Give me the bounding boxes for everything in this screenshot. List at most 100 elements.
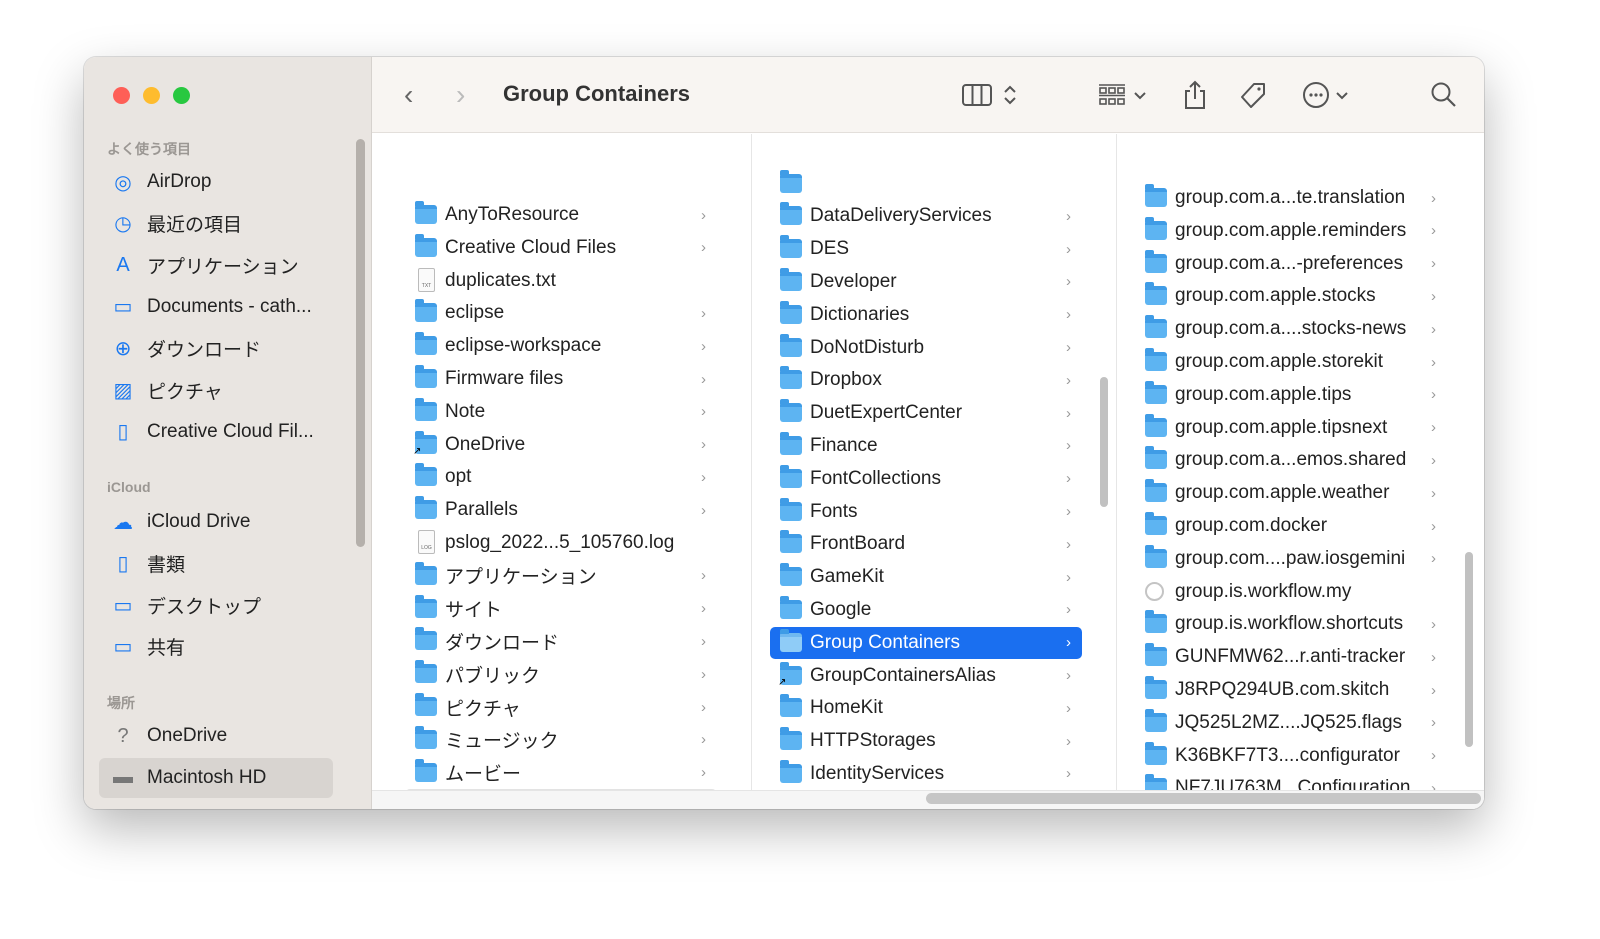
chevron-right-icon: ›: [1066, 339, 1071, 356]
back-button[interactable]: ‹: [404, 79, 413, 111]
sidebar: よく使う項目 ◎ AirDrop ◷ 最近の項目 A アプリケーション ▭ Documents …: [84, 57, 372, 809]
file-row[interactable]: group.com.apple.reminders ›: [1135, 215, 1447, 247]
group-button[interactable]: [1098, 79, 1148, 111]
sidebar-item[interactable]: ▬ Macintosh HD: [99, 757, 333, 798]
file-row[interactable]: group.com.apple.weather ›: [1135, 477, 1447, 509]
file-row[interactable]: JQ525L2MZ....JQ525.flags ›: [1135, 707, 1447, 739]
file-row[interactable]: Group Containers ›: [770, 626, 1082, 659]
file-row[interactable]: ダウンロード ›: [405, 625, 717, 657]
file-row[interactable]: DES ›: [770, 233, 1082, 265]
tag-button[interactable]: [1238, 79, 1268, 111]
file-row[interactable]: パブリック ›: [405, 658, 717, 690]
file-row[interactable]: IdentityServices ›: [770, 758, 1082, 790]
file-row[interactable]: K36BKF7T3....configurator ›: [1135, 740, 1447, 772]
folder-icon: [1145, 184, 1167, 207]
file-row[interactable]: TXT duplicates.txt: [405, 265, 717, 297]
sidebar-scrollbar[interactable]: [356, 139, 365, 547]
file-row[interactable]: Dictionaries ›: [770, 299, 1082, 331]
file-name: DES: [810, 238, 850, 260]
file-row[interactable]: group.com.a....stocks-news ›: [1135, 313, 1447, 345]
column-scrollbar[interactable]: [1465, 552, 1473, 747]
share-button[interactable]: [1182, 79, 1208, 111]
file-row[interactable]: Developer ›: [770, 266, 1082, 298]
minimize-button[interactable]: [143, 87, 160, 104]
file-name: group.com.docker: [1175, 515, 1328, 536]
file-row[interactable]: Parallels ›: [405, 494, 717, 526]
more-actions-button[interactable]: [1302, 79, 1350, 111]
shared-folder-icon: ▭: [113, 636, 133, 659]
file-row[interactable]: opt ›: [405, 461, 717, 493]
file-row[interactable]: NF7JU763M...Configuration ›: [1135, 772, 1447, 790]
zoom-button[interactable]: [173, 87, 190, 104]
sidebar-item[interactable]: A アプリケーション: [99, 245, 333, 285]
file-row[interactable]: eclipse ›: [405, 297, 717, 329]
chevron-right-icon: ›: [1431, 484, 1436, 502]
file-row[interactable]: サイト ›: [405, 593, 717, 625]
file-row[interactable]: group.com.a...-preferences ›: [1135, 248, 1447, 280]
file-row[interactable]: Fonts ›: [770, 496, 1082, 528]
sidebar-item[interactable]: ▯ 書類: [99, 544, 333, 584]
file-row[interactable]: Finance ›: [770, 430, 1082, 462]
file-row[interactable]: eclipse-workspace ›: [405, 330, 717, 362]
file-row[interactable]: DuetExpertCenter ›: [770, 397, 1082, 429]
file-row[interactable]: DoNotDisturb ›: [770, 332, 1082, 364]
file-row[interactable]: DataDeliveryServices ›: [770, 200, 1082, 232]
file-row[interactable]: ↗ OneDrive ›: [405, 429, 717, 461]
file-name: FrontBoard: [810, 533, 906, 555]
file-row[interactable]: Creative Cloud Files ›: [405, 232, 717, 264]
horizontal-scrollbar[interactable]: [926, 793, 1481, 804]
file-name: group.com.apple.stocks: [1175, 285, 1376, 307]
file-name: duplicates.txt: [445, 269, 556, 291]
file-row[interactable]: GUNFMW62...r.anti-tracker ›: [1135, 641, 1447, 673]
file-row[interactable]: LOG pslog_2022...5_105760.log: [405, 527, 717, 559]
sidebar-item[interactable]: ◎ AirDrop: [99, 162, 333, 202]
file-row[interactable]: GameKit ›: [770, 561, 1082, 593]
file-row[interactable]: Firmware files ›: [405, 363, 717, 395]
file-row[interactable]: group.com....paw.iosgemini ›: [1135, 543, 1447, 575]
file-row[interactable]: group.is.workflow.shortcuts ›: [1135, 608, 1447, 640]
sidebar-item[interactable]: ? OneDrive: [99, 716, 333, 756]
file-row[interactable]: ↗ GroupContainersAlias ›: [770, 660, 1082, 692]
sidebar-item[interactable]: ⊕ ダウンロード: [99, 328, 333, 368]
view-mode-button[interactable]: [962, 79, 1020, 111]
chevron-updown-icon: [1004, 85, 1016, 105]
folder-icon: [780, 267, 802, 291]
file-row[interactable]: group.com.apple.storekit ›: [1135, 346, 1447, 378]
file-row[interactable]: Note ›: [405, 396, 717, 428]
sidebar-item[interactable]: ▭ Documents - cath...: [99, 287, 333, 327]
sidebar-item[interactable]: ▭ 共有: [99, 627, 333, 667]
chevron-right-icon: ›: [701, 567, 706, 585]
file-row[interactable]: ミュージック ›: [405, 724, 717, 756]
file-row[interactable]: group.com.docker ›: [1135, 510, 1447, 542]
file-row[interactable]: HomeKit ›: [770, 692, 1082, 724]
file-row[interactable]: アプリケーション ›: [405, 560, 717, 592]
chevron-right-icon: ›: [1431, 714, 1436, 732]
file-row[interactable]: J8RPQ294UB.com.skitch ›: [1135, 674, 1447, 706]
file-row[interactable]: FontCollections ›: [770, 463, 1082, 495]
sidebar-item[interactable]: ▭ デスクトップ: [99, 585, 333, 625]
file-row[interactable]: ピクチャ ›: [405, 691, 717, 723]
file-row[interactable]: group.com.apple.tipsnext ›: [1135, 412, 1447, 444]
file-row[interactable]: group.com.apple.tips ›: [1135, 379, 1447, 411]
file-row[interactable]: group.com.apple.stocks ›: [1135, 280, 1447, 312]
file-row[interactable]: group.is.workflow.my: [1135, 576, 1447, 608]
file-row[interactable]: FrontBoard ›: [770, 528, 1082, 560]
folder-icon: [1145, 741, 1167, 765]
sidebar-item[interactable]: ◷ 最近の項目: [99, 204, 333, 244]
file-row[interactable]: AnyToResource ›: [405, 199, 717, 231]
folder-icon: [415, 332, 437, 356]
search-button[interactable]: [1430, 79, 1458, 111]
file-row[interactable]: HTTPStorages ›: [770, 725, 1082, 757]
column-scrollbar[interactable]: [1100, 377, 1108, 507]
sidebar-item[interactable]: ▨ ピクチャ: [99, 370, 333, 410]
sidebar-item[interactable]: ☁ iCloud Drive: [99, 502, 333, 542]
file-row[interactable]: group.com.a...emos.shared ›: [1135, 444, 1447, 476]
file-row[interactable]: group.com.a...te.translation ›: [1135, 182, 1447, 214]
file-row[interactable]: Dropbox ›: [770, 364, 1082, 396]
close-button[interactable]: [113, 87, 130, 104]
forward-button[interactable]: ›: [456, 79, 465, 111]
file-row[interactable]: ムービー ›: [405, 757, 717, 789]
file-row[interactable]: Google ›: [770, 594, 1082, 626]
sidebar-item[interactable]: ▯ Creative Cloud Fil...: [99, 412, 333, 452]
file-row[interactable]: [770, 168, 1082, 200]
